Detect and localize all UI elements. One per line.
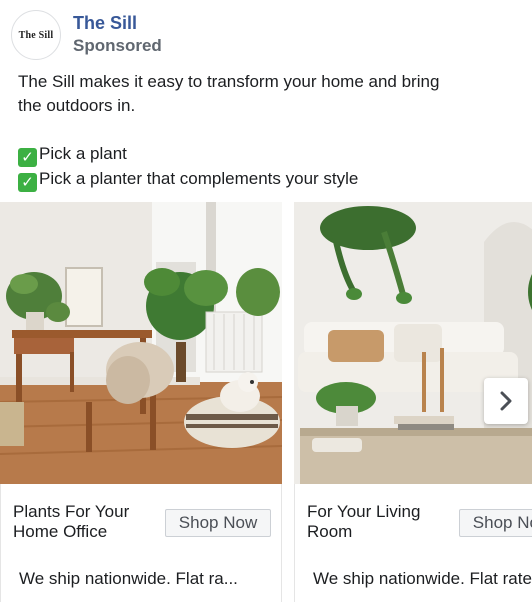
home-office-photo <box>0 202 282 484</box>
carousel-card[interactable]: Plants For Your Home Office Shop Now We … <box>0 202 282 602</box>
card-title[interactable]: Plants For Your Home Office <box>13 502 163 542</box>
bullet-item: ✓ Pick a planter that complements your st… <box>18 167 518 192</box>
card-description: We ship nationwide. Flat rate <box>313 569 532 588</box>
bullet-item: ✓ Pick a plant <box>18 142 518 167</box>
card-description: We ship nationwide. Flat ra... <box>19 569 238 588</box>
carousel-next-button[interactable] <box>484 378 528 424</box>
card-footer: Plants For Your Home Office Shop Now We … <box>0 484 282 602</box>
card-image-home-office[interactable] <box>0 202 282 484</box>
card-image-living-room[interactable] <box>294 202 532 484</box>
carousel: Plants For Your Home Office Shop Now We … <box>0 202 532 602</box>
bullet-text: Pick a planter that complements your sty… <box>39 169 359 188</box>
post-header: The Sill The Sill Sponsored <box>0 0 532 66</box>
advertiser-avatar[interactable]: The Sill <box>11 10 61 60</box>
bullet-text: Pick a plant <box>39 144 127 163</box>
card-title[interactable]: For Your Living Room <box>307 502 457 542</box>
advertiser-name-link[interactable]: The Sill <box>73 13 137 34</box>
check-mark-icon: ✓ <box>18 173 37 192</box>
chevron-right-icon <box>500 391 512 411</box>
post-text-line: The Sill makes it easy to transform your… <box>18 72 440 91</box>
post-text: The Sill makes it easy to transform your… <box>18 70 518 192</box>
check-mark-icon: ✓ <box>18 148 37 167</box>
post-text-line: the outdoors in. <box>18 96 136 115</box>
sponsored-label[interactable]: Sponsored <box>73 36 162 56</box>
shop-now-button[interactable]: Shop Now <box>165 509 271 537</box>
shop-now-button[interactable]: Shop Now <box>459 509 532 537</box>
living-room-photo <box>294 202 532 484</box>
logo-text: The Sill <box>18 29 54 41</box>
card-footer: For Your Living Room Shop Now We ship na… <box>294 484 532 602</box>
